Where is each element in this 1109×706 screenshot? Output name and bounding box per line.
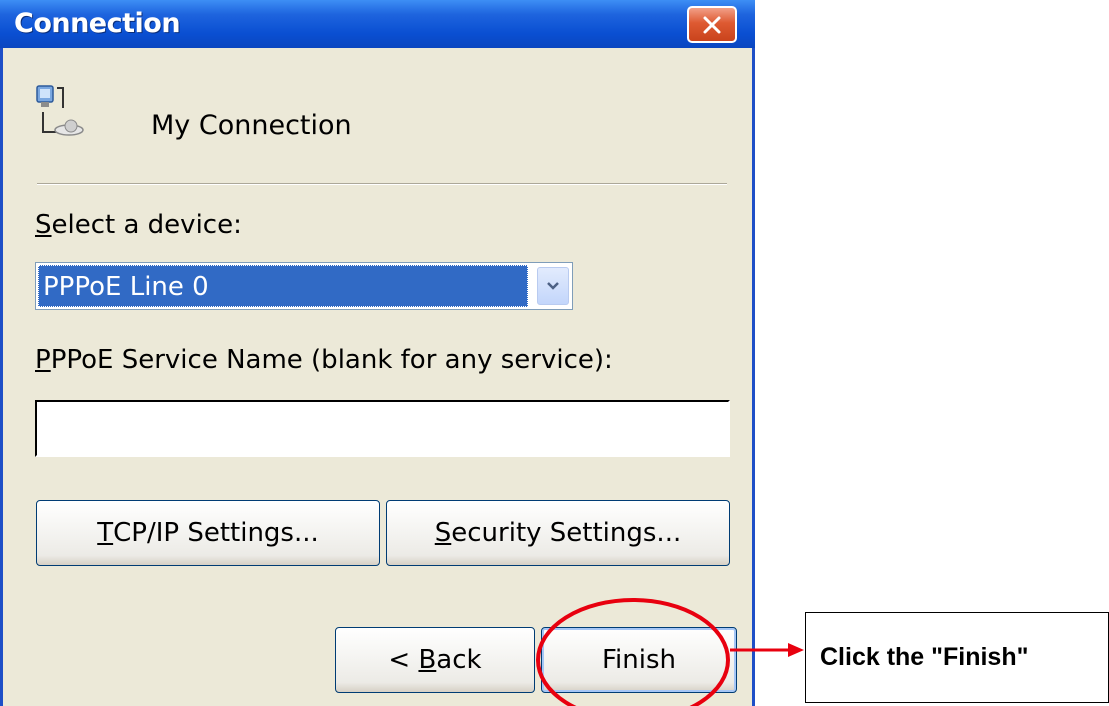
back-button[interactable]: < Back xyxy=(335,627,535,693)
network-connection-icon xyxy=(36,85,84,136)
annotation-callout: Click the "Finish" xyxy=(805,612,1109,703)
back-prefix: < xyxy=(388,645,419,675)
separator xyxy=(37,183,727,185)
close-icon xyxy=(703,16,721,33)
back-label: ack xyxy=(436,645,482,675)
finish-label: Finish xyxy=(601,645,676,675)
device-select[interactable]: PPPoE Line 0 xyxy=(35,262,573,310)
connection-dialog: Connection My Connection Select a device… xyxy=(0,0,755,706)
chevron-down-icon xyxy=(547,282,559,290)
device-label-accel: S xyxy=(35,210,52,240)
security-settings-button[interactable]: Security Settings... xyxy=(386,500,730,566)
back-accel: B xyxy=(418,645,437,675)
annotation-callout-text: Click the "Finish" xyxy=(820,643,1029,671)
tcpip-settings-accel: T xyxy=(97,518,114,548)
tcpip-settings-button[interactable]: T CP/IP Settings... xyxy=(36,500,380,566)
title-bar[interactable]: Connection xyxy=(0,0,755,48)
device-label: Select a device: xyxy=(35,210,242,240)
finish-button[interactable]: Finish xyxy=(541,627,737,693)
window-title: Connection xyxy=(14,8,181,39)
tcpip-settings-label: CP/IP Settings... xyxy=(113,518,319,548)
close-button[interactable] xyxy=(687,6,737,43)
security-settings-label: ecurity Settings... xyxy=(451,518,682,548)
device-select-dropdown-button[interactable] xyxy=(537,267,569,305)
service-name-label: PPPoE Service Name (blank for any servic… xyxy=(35,345,613,375)
service-name-input[interactable] xyxy=(35,400,730,457)
device-select-value: PPPoE Line 0 xyxy=(38,265,528,307)
device-label-text: elect a device: xyxy=(51,210,242,240)
service-name-label-accel: P xyxy=(35,345,51,375)
security-settings-accel: S xyxy=(434,518,452,548)
connection-name: My Connection xyxy=(151,110,352,141)
service-name-label-text: PPoE Service Name (blank for any service… xyxy=(50,345,613,375)
arrow-right-icon xyxy=(788,643,804,657)
